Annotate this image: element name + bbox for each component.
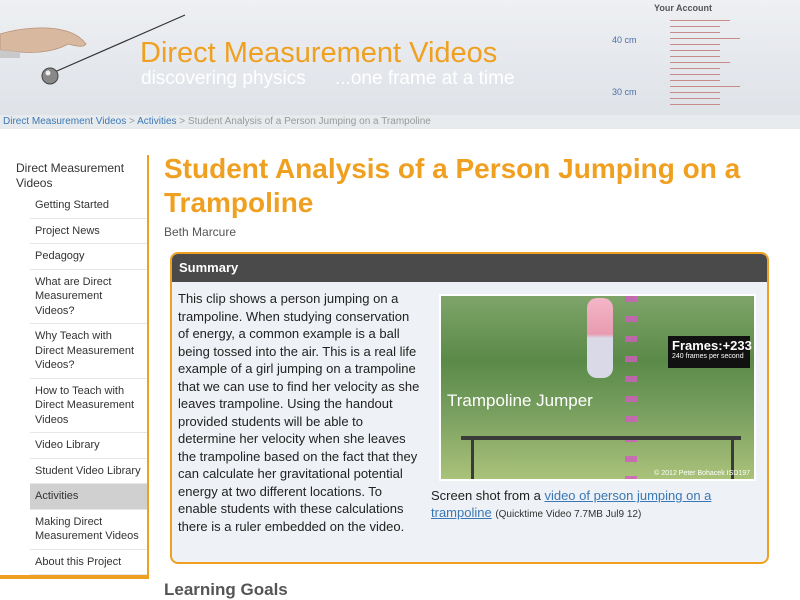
- sidebar-item-getting-started[interactable]: Getting Started: [30, 193, 147, 219]
- video-copyright: © 2012 Peter Bohacek ISD197: [654, 470, 750, 477]
- sidebar-item-about[interactable]: About this Project: [30, 550, 147, 575]
- breadcrumb-separator: >: [179, 116, 186, 127]
- sidebar-item-video-library[interactable]: Video Library: [30, 433, 147, 459]
- summary-box: Summary This clip shows a person jumping…: [170, 252, 769, 564]
- video-ruler: [625, 296, 637, 479]
- ruler-label-30cm: 30 cm: [612, 87, 637, 97]
- video-overlay-label: Trampoline Jumper: [447, 391, 593, 410]
- breadcrumb-current: Student Analysis of a Person Jumping on …: [187, 116, 431, 127]
- sidebar-item-student-video-library[interactable]: Student Video Library: [30, 459, 147, 484]
- breadcrumb-separator: >: [128, 116, 135, 127]
- video-caption: Screen shot from a video of person jumpi…: [431, 487, 751, 523]
- sidebar-list: Getting Started Project News Pedagogy Wh…: [30, 193, 147, 575]
- page-title: Student Analysis of a Person Jumping on …: [164, 153, 741, 218]
- sidebar-item-project-news[interactable]: Project News: [30, 219, 147, 244]
- summary-heading: Summary: [172, 254, 767, 282]
- sidebar-item-pedagogy[interactable]: Pedagogy: [30, 244, 147, 270]
- sidebar-item-how-to-teach[interactable]: How to Teach with Direct Measurement Vid…: [30, 379, 147, 433]
- jumper-figure: [587, 298, 613, 378]
- frame-counter: Frames:+233 240 frames per second: [668, 336, 752, 368]
- frame-count: Frames:+233: [672, 338, 752, 353]
- learning-goals-heading: Learning Goals: [164, 580, 288, 599]
- sidebar-item-what-are-dmv[interactable]: What are Direct Measurement Videos?: [30, 270, 147, 324]
- site-title[interactable]: Direct Measurement Videos: [140, 37, 497, 70]
- sidebar-nav: Direct Measurement Videos Getting Starte…: [0, 155, 149, 579]
- breadcrumb-link-home[interactable]: Direct Measurement Videos: [3, 116, 126, 127]
- sidebar-item-activities[interactable]: Activities: [30, 484, 147, 510]
- sidebar-heading[interactable]: Direct Measurement Videos: [0, 155, 147, 193]
- banner-ruler: 40 cm 30 cm: [610, 14, 800, 115]
- site-tagline: discovering physics: [141, 68, 306, 89]
- site-banner: 40 cm 30 cm Your Account Direct Measurem…: [0, 0, 800, 115]
- video-file-meta: (Quicktime Video 7.7MB Jul9 12): [495, 509, 642, 520]
- your-account-link[interactable]: Your Account: [654, 3, 712, 13]
- trampoline-frame: [461, 436, 741, 440]
- caption-prefix: Screen shot from a: [431, 488, 545, 503]
- sidebar-divider: [0, 575, 147, 579]
- trampoline-leg: [471, 436, 474, 479]
- video-screenshot[interactable]: Trampoline Jumper Frames:+233 240 frames…: [439, 294, 756, 481]
- breadcrumb-link-activities[interactable]: Activities: [137, 116, 176, 127]
- frame-rate: 240 frames per second: [672, 353, 744, 360]
- sidebar-item-making-dmv[interactable]: Making Direct Measurement Videos: [30, 510, 147, 550]
- summary-text: This clip shows a person jumping on a tr…: [178, 291, 420, 534]
- sidebar-item-why-teach[interactable]: Why Teach with Direct Measurement Videos…: [30, 324, 147, 379]
- author-name: Beth Marcure: [164, 225, 237, 239]
- ruler-label-40cm: 40 cm: [612, 35, 637, 45]
- breadcrumb: Direct Measurement Videos > Activities >…: [0, 115, 800, 129]
- site-tagline-secondary: ...one frame at a time: [335, 68, 515, 89]
